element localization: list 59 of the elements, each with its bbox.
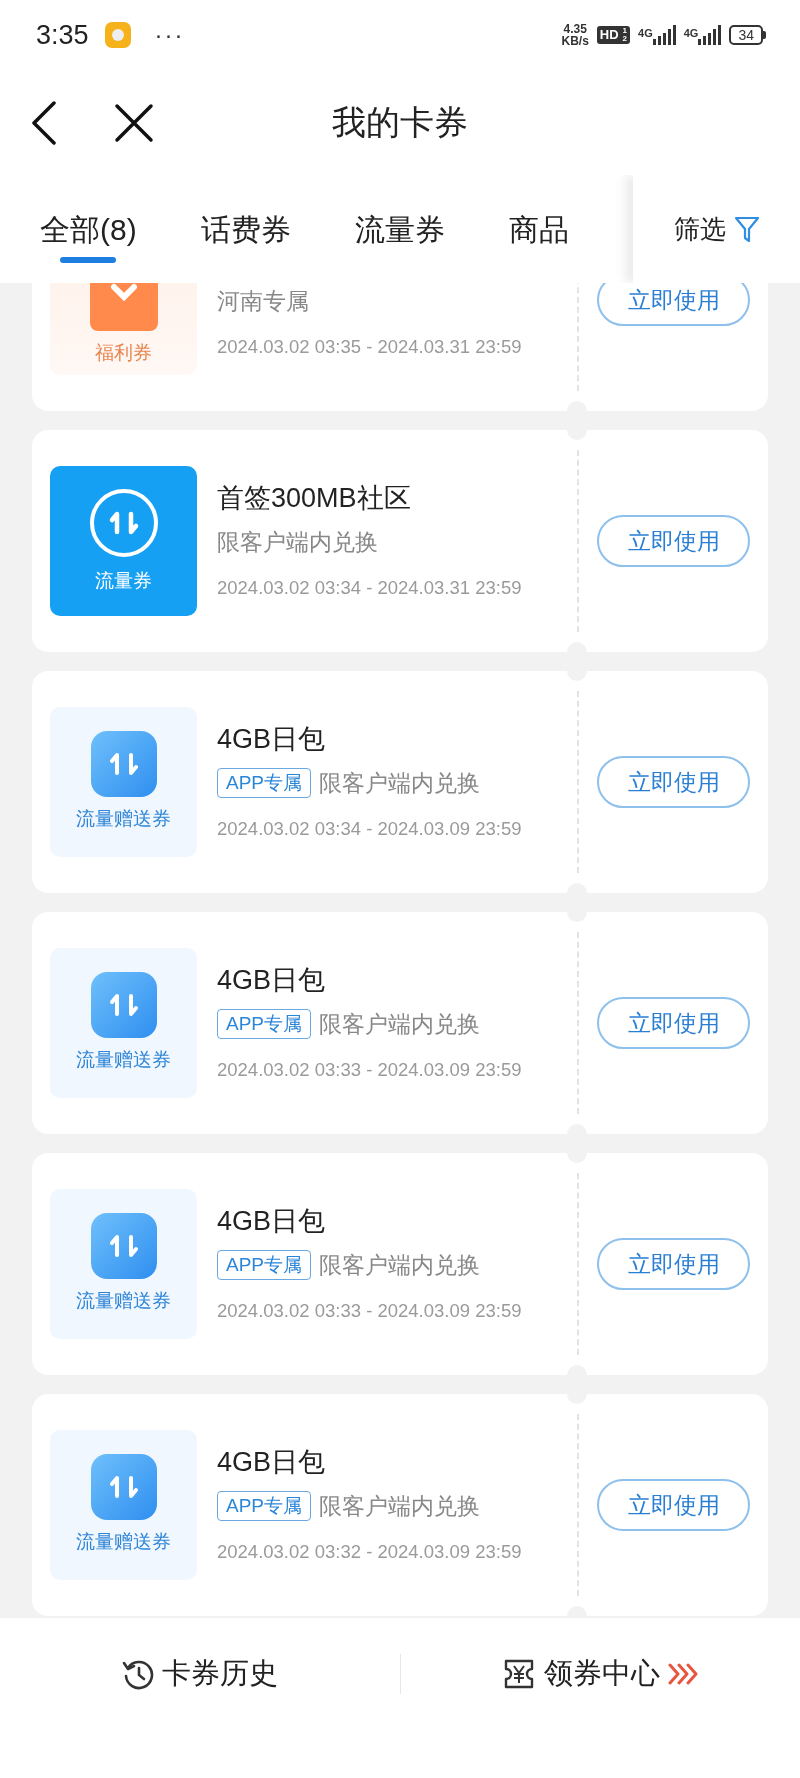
coupon-condition: 限客户端内兑换 [319,1251,481,1281]
validity-period: 2024.03.02 03:32 - 2024.03.09 23:59 [217,1540,522,1565]
triple-chevron-icon [668,1661,699,1686]
network-type: 4G [683,26,699,41]
coupon-title: 4GB日包 [217,964,327,998]
validity-period: 2024.03.02 03:34 - 2024.03.09 23:59 [217,817,522,842]
app-only-tag: APP专属 [217,1250,312,1281]
validity-period: 2024.03.02 03:34 - 2024.03.31 23:59 [217,576,522,601]
tab[interactable]: 话费券 [200,175,291,283]
app-only-tag: APP专属 [217,1009,312,1040]
use-now-button[interactable]: 立即使用 [597,997,750,1049]
coupon-condition: 限客户端内兑换 [217,528,378,558]
tab[interactable]: 流量券 [354,175,445,283]
app-notification-icon [104,22,131,48]
data-transfer-icon [90,971,157,1038]
coupon-title: 4GB日包 [217,1205,327,1239]
use-now-button[interactable]: 立即使用 [597,515,750,567]
validity-period: 2024.03.02 03:33 - 2024.03.09 23:59 [217,1058,522,1083]
data-transfer-icon [87,486,160,559]
close-icon[interactable] [114,102,154,143]
use-now-button[interactable]: 立即使用 [597,756,750,808]
page-title: 我的卡券 [332,102,468,143]
data-transfer-icon [90,1453,157,1520]
use-now-button[interactable]: 立即使用 [597,1238,750,1290]
coupon-type-label: 流量赠送券 [76,1529,171,1554]
coupon-title: 4GB日包 [217,723,327,757]
data-transfer-icon [90,1212,157,1279]
more-notifications: ··· [154,20,185,50]
filter-icon [733,215,760,243]
clock-time: 3:35 [36,18,89,52]
data-transfer-icon [90,730,157,797]
coupon-condition: 限客户端内兑换 [319,1010,481,1040]
coupon-center-button[interactable]: 领券中心 [502,1652,699,1696]
filter-button[interactable]: 筛选 [633,175,800,283]
coupon-type-label: 流量券 [95,568,152,593]
use-now-button[interactable]: 立即使用 [597,1479,750,1531]
coupon-condition: 限客户端内兑换 [319,1492,481,1522]
coupon-title: 4GB日包 [217,1446,327,1480]
tab[interactable]: 全部(8) [40,175,137,283]
card-history-button[interactable]: 卡券历史 [121,1652,278,1696]
coupon-type-label: 流量赠送券 [76,806,171,831]
use-now-button[interactable]: 立即使用 [597,283,750,326]
validity-period: 2024.03.02 03:35 - 2024.03.31 23:59 [217,335,522,360]
coupon-condition: 河南专属 [217,287,309,317]
app-only-tag: APP专属 [217,1491,312,1522]
network-type: 4G [638,26,653,41]
validity-period: 2024.03.02 03:33 - 2024.03.09 23:59 [217,1299,522,1324]
coupon-type-label: 福利券 [95,340,152,365]
tab[interactable]: 商品 [508,175,569,283]
app-only-tag: APP专属 [217,768,312,799]
coupon-title: 首签300MB社区 [217,482,412,516]
signal-icon [698,25,722,45]
battery-level: 34 [729,25,763,45]
coupon-type-label: 流量赠送券 [76,1047,171,1072]
network-speed: 4.35 KB/s [561,23,589,47]
coupon-type-label: 流量赠送券 [76,1288,171,1313]
back-icon[interactable] [30,100,58,145]
signal-icon [652,25,676,45]
coupon-condition: 限客户端内兑换 [319,769,481,799]
